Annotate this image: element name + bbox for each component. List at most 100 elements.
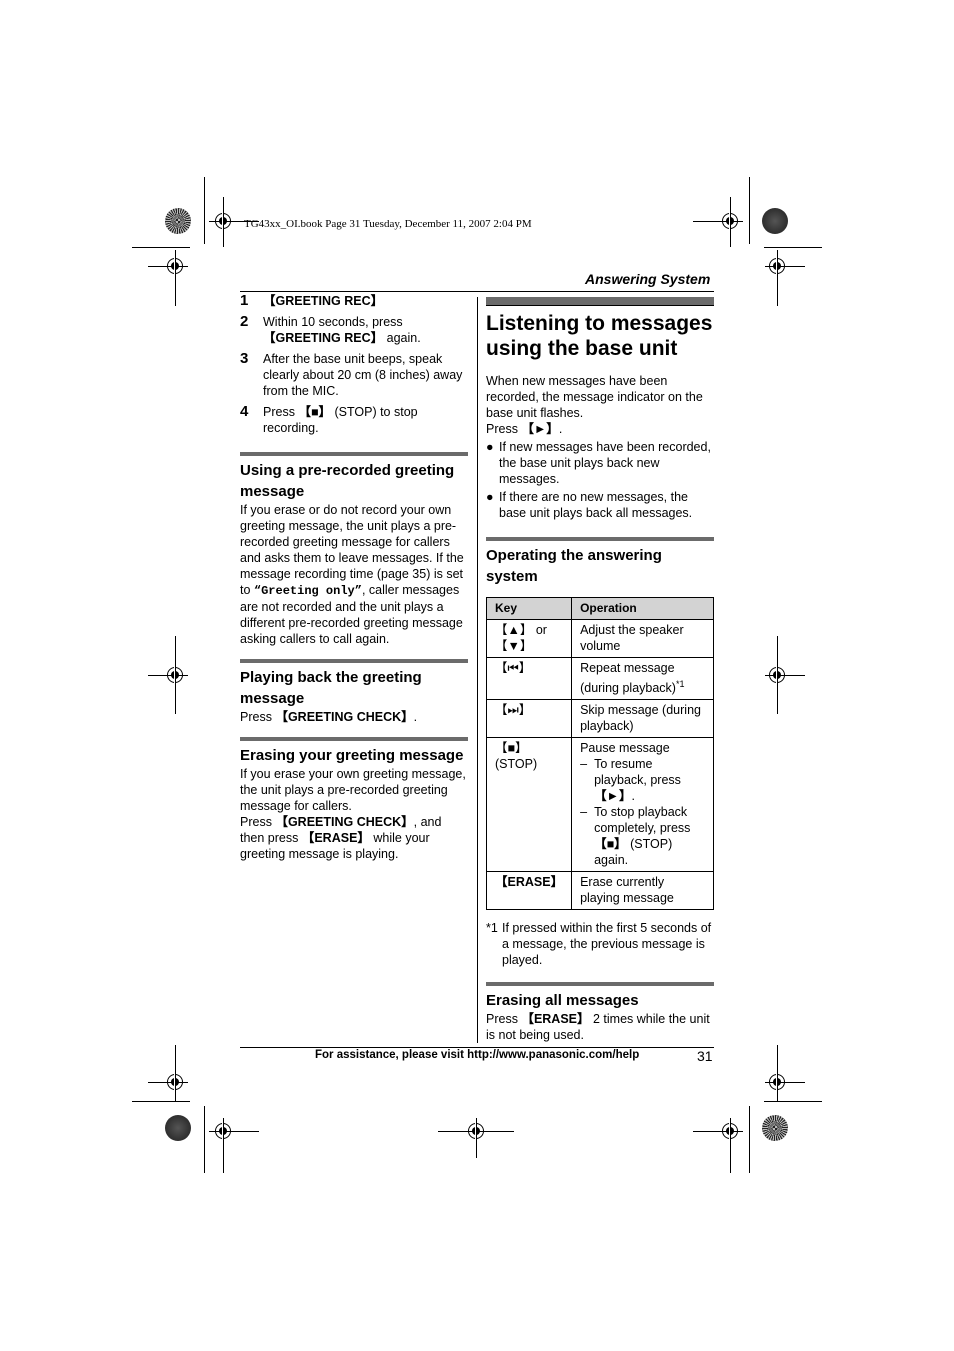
column-divider xyxy=(477,297,478,1043)
text-span: again. xyxy=(383,331,421,345)
key-cell: 【⏭】 xyxy=(485,699,573,739)
text-span: . xyxy=(413,710,418,724)
section-heading: Erasing your greeting message xyxy=(240,747,464,764)
key-label: 【GREETING CHECK】 xyxy=(275,815,414,829)
dash-icon: – xyxy=(580,757,588,772)
recording-steps: 1 【GREETING REC】 2 Within 10 seconds, pr… xyxy=(240,293,468,436)
section-bar xyxy=(486,537,714,541)
text-span: Repeat message (during playback) xyxy=(580,661,676,696)
section-heading: Erasing all messages xyxy=(486,992,639,1010)
text-span: To resume playback, press xyxy=(594,757,681,788)
registration-mark-icon xyxy=(769,255,785,277)
key-label: 【GREETING REC】 xyxy=(263,331,384,345)
crop-mark xyxy=(132,247,190,248)
step-item: 1 【GREETING REC】 xyxy=(240,293,468,309)
registration-mark-icon xyxy=(722,210,738,232)
text-span: . xyxy=(631,789,635,804)
erase-all-section: Erasing all messages Press 【ERASE】 2 tim… xyxy=(486,982,714,1043)
step-item: 4 Press 【■】 (STOP) to stop recording. xyxy=(240,404,468,436)
text-span: . xyxy=(558,422,563,436)
registration-mark-icon xyxy=(468,1120,484,1142)
intro-text: When new messages have been recorded, th… xyxy=(486,374,703,420)
key-label: 【ERASE】 xyxy=(521,1012,590,1027)
setting-value: “Greeting only” xyxy=(253,584,362,598)
section-heading: Operating the answering system xyxy=(486,547,662,585)
footnote-ref: *1 xyxy=(675,679,685,689)
step-number: 2 xyxy=(240,313,249,330)
operating-section: Operating the answering system Key Opera… xyxy=(485,537,714,911)
erasing-greeting-section: Erasing your greeting message If you era… xyxy=(240,737,468,862)
bullet-text: If new messages have been recorded, the … xyxy=(499,440,711,486)
header-rule xyxy=(240,291,714,292)
operation-cell: Adjust the speaker volume xyxy=(571,619,714,658)
registration-mark-icon xyxy=(167,1071,183,1093)
step-number: 1 xyxy=(240,292,249,309)
bullet-icon: ● xyxy=(486,490,494,504)
crosshair-line xyxy=(777,1045,778,1101)
table-row: 【⏭】 Skip message (during playback) xyxy=(485,699,714,739)
bullet-text: If there are no new messages, the base u… xyxy=(499,490,693,520)
table-row: 【■】 (STOP) Pause message – To resume playb… xyxy=(485,737,714,873)
key-sublabel: (STOP) xyxy=(495,757,538,772)
text-span: Press xyxy=(486,422,522,436)
section-body: Press 【ERASE】 2 times while the unit is … xyxy=(486,1011,714,1043)
step-item: 2 Within 10 seconds, press 【GREETING REC… xyxy=(240,314,468,346)
text-span: To stop playback completely, press xyxy=(594,805,691,836)
dash-icon: – xyxy=(580,805,588,820)
section-title: Answering System xyxy=(585,271,711,287)
key-cell: 【▲】 or 【▼】 xyxy=(485,619,573,658)
page-title: Listening to messages using the base uni… xyxy=(486,312,713,360)
sub-item: – To resume playback, press 【►】. xyxy=(580,756,705,804)
key-label: 【■】 xyxy=(298,405,331,419)
bullet-item: ● If there are no new messages, the base… xyxy=(486,489,714,521)
step-number: 4 xyxy=(240,403,249,420)
text-span: Press xyxy=(486,1012,522,1027)
footnote-text: If pressed within the first 5 seconds of… xyxy=(502,921,712,968)
color-rosette-icon xyxy=(762,208,788,234)
table-row: 【ERASE】 Erase currently playing message xyxy=(485,871,714,911)
section-bar xyxy=(240,452,468,456)
column-header-key: Key xyxy=(485,597,573,620)
registration-mark-icon xyxy=(167,664,183,686)
step-text: Within 10 seconds, press 【GREETING REC】 … xyxy=(263,314,468,346)
section-body: Press 【GREETING CHECK】. xyxy=(240,709,468,725)
key-label: 【■】 xyxy=(594,837,627,852)
section-bar xyxy=(240,737,468,741)
title-bar xyxy=(486,297,714,306)
step-item: 3 After the base unit beeps, speak clear… xyxy=(240,351,468,399)
footer-rule xyxy=(240,1047,714,1048)
section-heading: Using a pre-recorded greeting message xyxy=(240,462,455,500)
operation-cell: Repeat message (during playback)*1 xyxy=(571,656,714,701)
playback-section: Playing back the greeting message Press … xyxy=(240,659,468,725)
table-row: 【⏮】 Repeat message (during playback)*1 xyxy=(485,656,714,701)
crop-mark xyxy=(764,1101,822,1102)
text-span: Press xyxy=(263,405,299,419)
color-rosette-icon xyxy=(762,1115,788,1141)
section-body: If you erase or do not record your own g… xyxy=(240,502,468,647)
operation-text: Pause message xyxy=(580,741,670,756)
key-label: 【►】 xyxy=(521,422,559,436)
table-header-row: Key Operation xyxy=(485,597,714,620)
step-text: After the base unit beeps, speak clearly… xyxy=(263,352,463,398)
registration-mark-icon xyxy=(167,255,183,277)
table-row: 【▲】 or 【▼】 Adjust the speaker volume xyxy=(485,619,714,658)
key-cell: 【ERASE】 xyxy=(485,871,573,911)
text-span: Within 10 seconds, press xyxy=(263,315,403,329)
operation-cell: Erase currently playing message xyxy=(571,871,714,911)
crop-mark xyxy=(764,247,822,248)
bullet-icon: ● xyxy=(486,440,494,454)
sub-item: – To stop playback completely, press 【■】 … xyxy=(580,804,705,868)
bullet-item: ● If new messages have been recorded, th… xyxy=(486,439,714,487)
file-meta-header: TG43xx_OI.book Page 31 Tuesday, December… xyxy=(244,218,532,230)
operation-cell: Pause message – To resume playback, press… xyxy=(571,737,714,873)
text-span: Press xyxy=(240,710,276,724)
registration-mark-icon xyxy=(769,664,785,686)
key-label: 【►】 xyxy=(594,789,632,804)
crop-mark xyxy=(204,177,205,244)
section-heading: Playing back the greeting message xyxy=(240,669,422,707)
section-bar xyxy=(240,659,468,663)
assistance-link[interactable]: For assistance, please visit http://www.… xyxy=(315,1049,639,1061)
key-label: 【■】 xyxy=(495,741,528,756)
registration-mark-icon xyxy=(215,210,231,232)
crop-mark xyxy=(132,1101,190,1102)
